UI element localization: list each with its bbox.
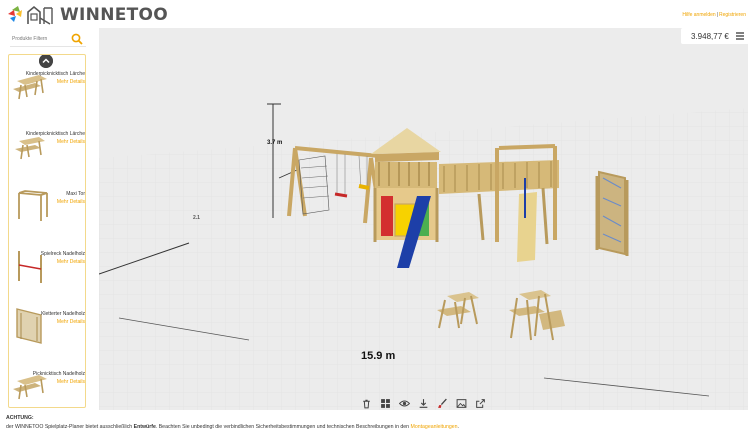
notice-heading: ACHTUNG: [6,415,34,421]
product-details-link[interactable]: Mehr Details [57,79,85,85]
product-name: Spielreck Nadelholz [40,251,85,257]
link-separator: | [716,12,719,18]
product-name: Kinderpicknicktisch Lärche [25,131,85,137]
product-name: Picknicktisch Nadelholz [32,371,85,377]
notice-text-after: . Beachten Sie unbedingt die verbindlich… [155,424,410,430]
product-name: Kletterter Nadelholz [41,311,85,317]
list-item[interactable]: Kletterter Nadelholz Mehr Details [9,299,85,357]
grid-icon[interactable] [380,398,391,409]
eye-icon[interactable] [399,398,410,409]
header: WINNETOO Hilfe anmelden|Registrieren [0,0,754,30]
planner-canvas[interactable]: 3.948,77 € 3.7 m 15.9 m 2.1 [99,28,748,410]
notice-text-before: der WINNETOO Spielplatz-Planer bietet au… [6,424,133,430]
download-icon[interactable] [418,398,429,409]
notice-text: der WINNETOO Spielplatz-Planer bietet au… [6,423,750,432]
total-price: 3.948,77 € [691,32,729,41]
logo-playground-icon [8,5,53,25]
register-link[interactable]: Registrieren [719,12,746,18]
climbing-frame[interactable] [595,170,629,256]
product-filter[interactable]: Produkte Filtern [10,33,86,47]
notice-end: . [457,424,459,430]
product-details-link[interactable]: Mehr Details [57,259,85,265]
list-item[interactable]: Spielreck Nadelholz Mehr Details [9,239,85,297]
assembly-instructions-link[interactable]: Montageanleitungen [411,424,458,430]
list-item[interactable]: Picknicktisch Nadelholz Mehr Details [9,359,85,407]
notice-bold: Entwürfe [133,424,156,430]
product-details-link[interactable]: Mehr Details [57,139,85,145]
price-box: 3.948,77 € [681,28,748,44]
brand-logo[interactable]: WINNETOO [6,4,168,26]
canvas-toolbar [361,398,486,410]
height-dimension-label: 3.7 m [267,140,283,146]
account-links: Hilfe anmelden|Registrieren [682,12,746,18]
menu-icon[interactable] [736,32,744,40]
image-icon[interactable] [456,398,467,409]
filter-input[interactable]: Produkte Filtern [12,36,47,42]
brand-name: WINNETOO [60,5,169,25]
product-name: Kinderpicknicktisch Lärche [25,71,85,77]
depth-dimension-label: 2.1 [193,215,200,221]
list-item[interactable]: Maxi Tor Mehr Details [9,179,85,237]
product-details-link[interactable]: Mehr Details [57,319,85,325]
help-link[interactable]: Hilfe anmelden [682,12,715,18]
goal-frame-icon [18,190,48,221]
product-details-link[interactable]: Mehr Details [57,199,85,205]
product-name: Maxi Tor [66,191,85,197]
list-item[interactable]: Kinderpicknicktisch Lärche Mehr Details [9,119,85,177]
product-sidebar: Produkte Filtern Kinderpicknicktisch Lär… [0,30,91,410]
footer-notice: ACHTUNG: der WINNETOO Spielplatz-Planer … [6,414,750,432]
search-icon[interactable] [71,33,83,45]
product-details-link[interactable]: Mehr Details [57,379,85,385]
scroll-up-icon[interactable] [39,54,53,68]
width-dimension-label: 15.9 m [361,350,396,362]
brush-icon[interactable] [437,398,448,409]
external-link-icon[interactable] [475,398,486,409]
trash-icon[interactable] [361,398,372,409]
product-list[interactable]: Kinderpicknicktisch Lärche Mehr Details … [8,54,86,408]
